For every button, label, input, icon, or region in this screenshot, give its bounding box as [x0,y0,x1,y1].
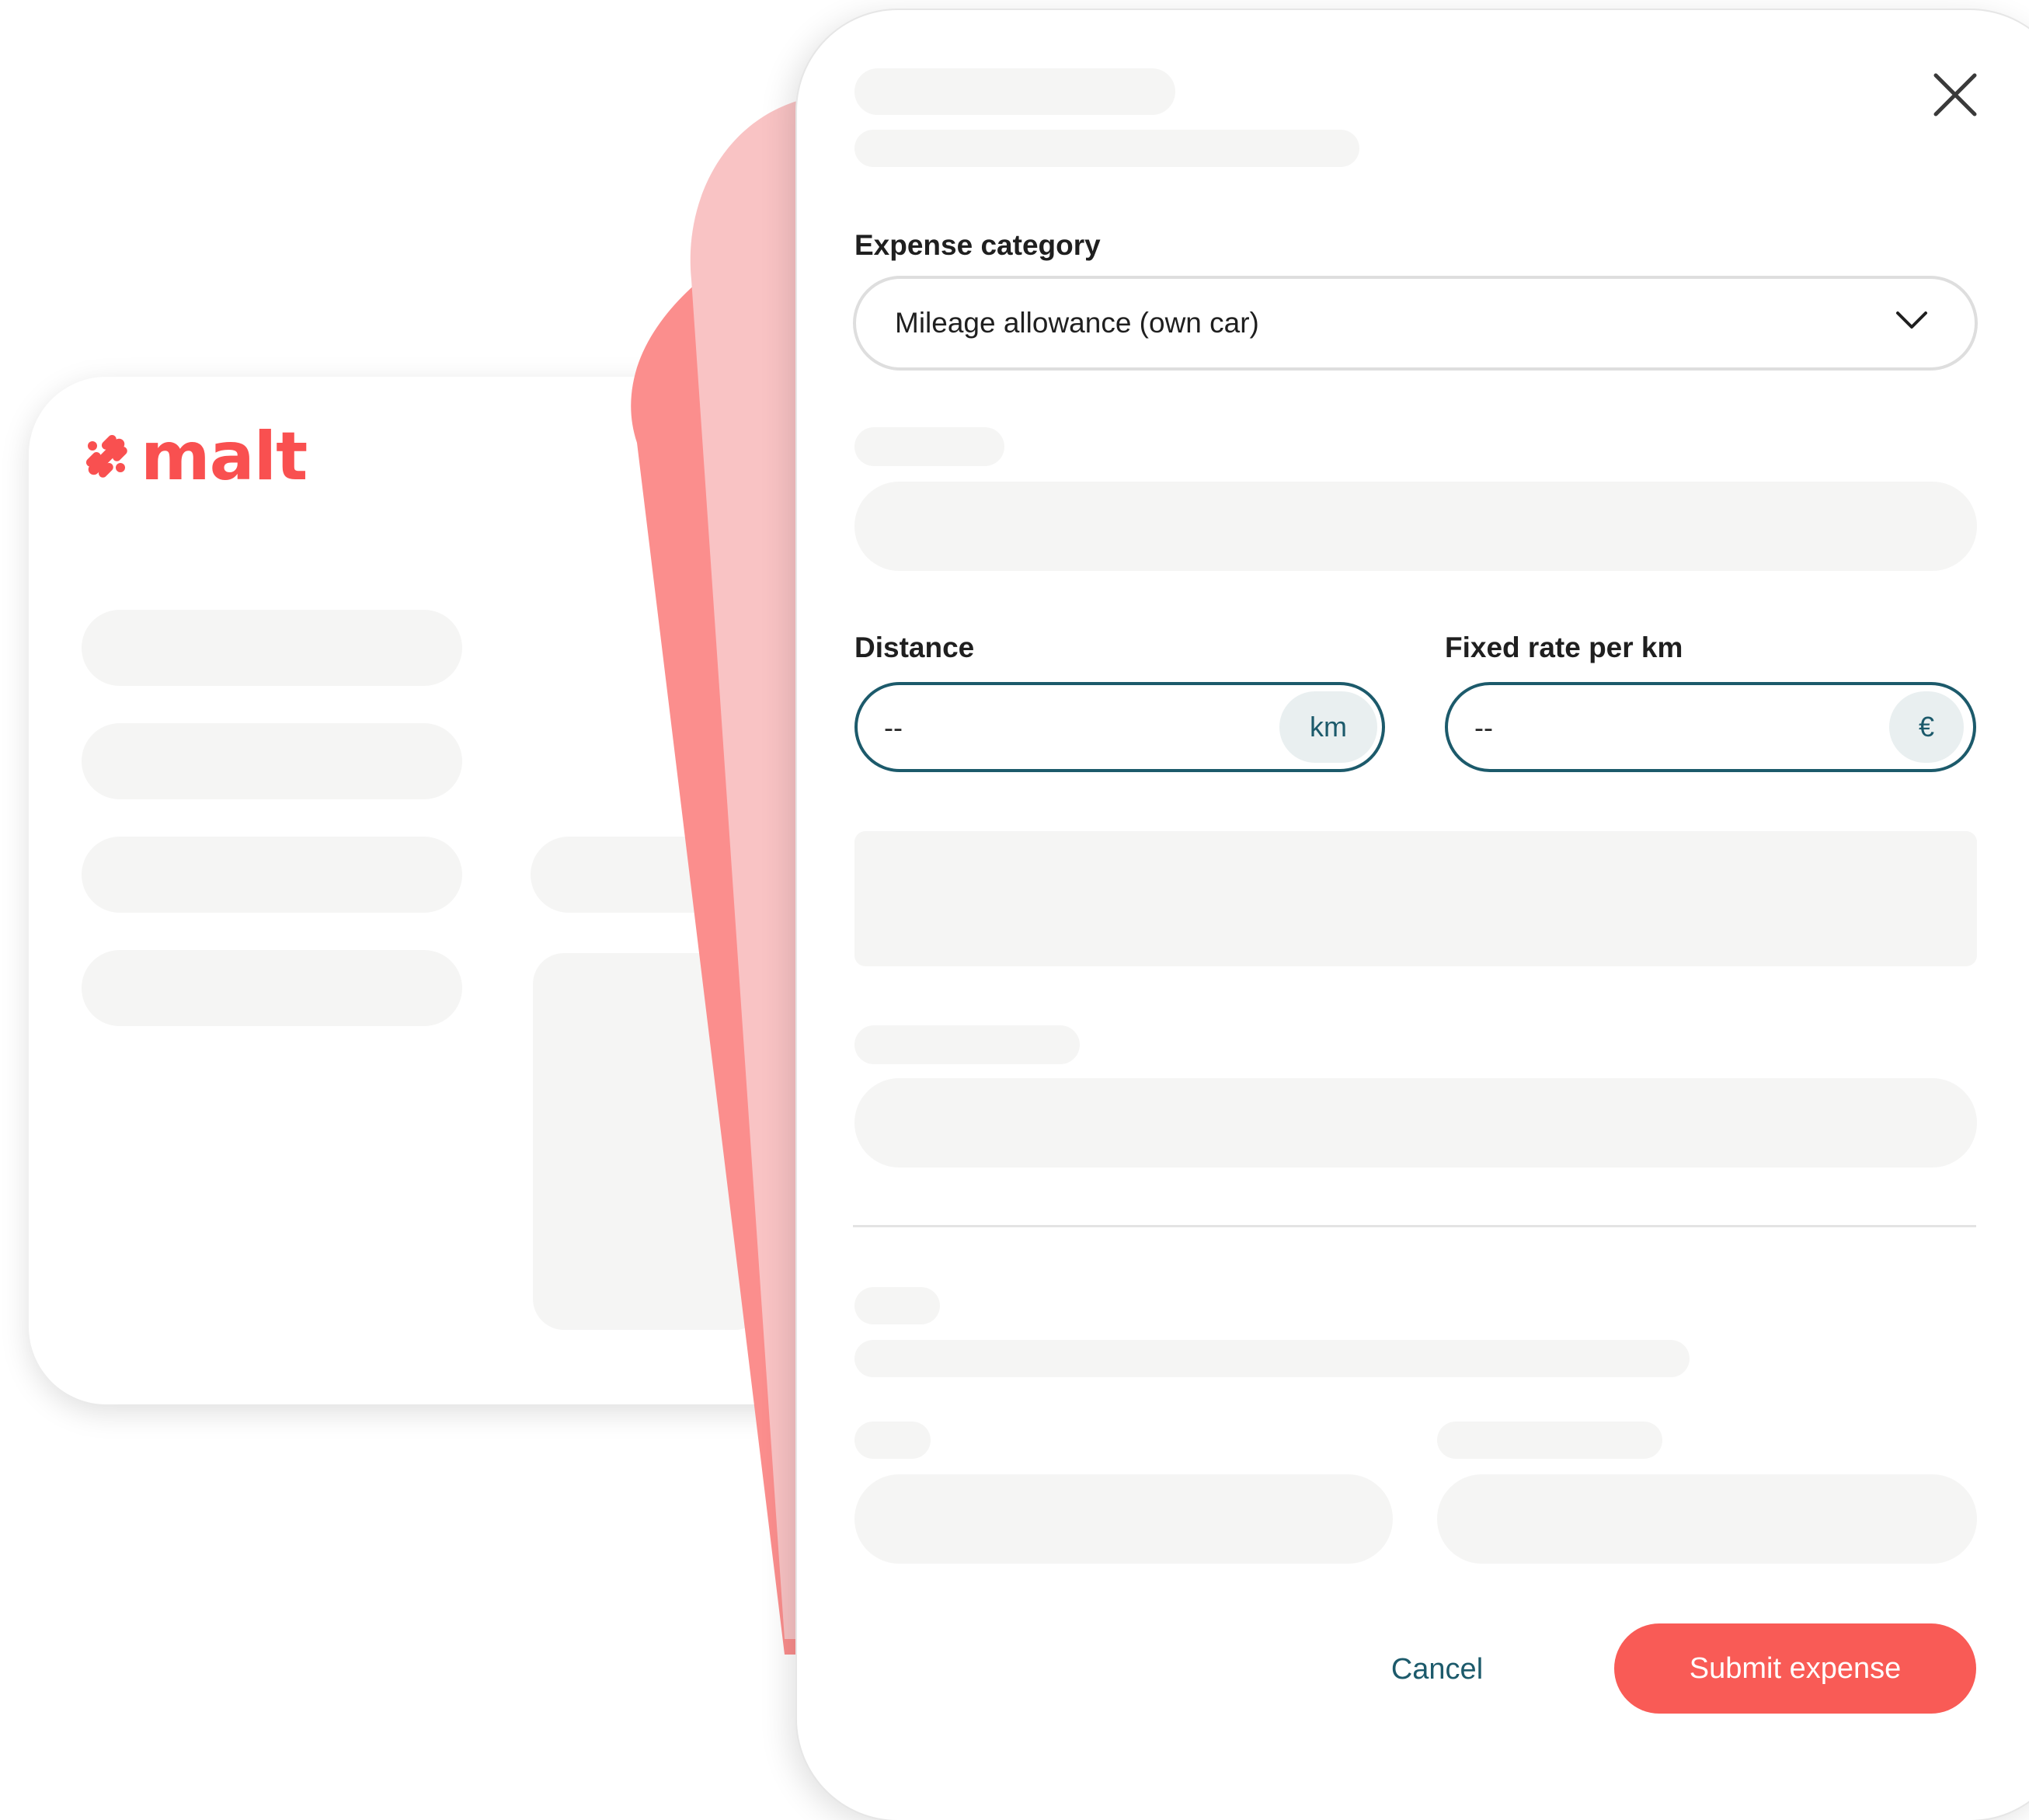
expense-category-value: Mileage allowance (own car) [895,307,1259,339]
skeleton-label [1437,1422,1662,1459]
skeleton-field [854,1474,1393,1564]
rate-input[interactable] [1473,705,1833,750]
rate-field[interactable]: € [1445,682,1976,772]
close-button[interactable] [1925,64,1985,125]
skeleton-subtitle [854,130,1359,167]
chevron-down-icon [1896,311,1927,329]
skeleton-field [1437,1474,1977,1564]
skeleton-label [854,427,1004,466]
skeleton-textarea [854,831,1977,966]
skeleton-title [854,68,1175,115]
distance-input[interactable] [882,705,1243,750]
skeleton-label [854,1422,931,1459]
distance-unit-badge: km [1279,691,1377,763]
close-icon [1933,73,1977,117]
divider [853,1225,1976,1227]
expense-category-select[interactable]: Mileage allowance (own car) [853,276,1978,371]
skeleton-text-line [854,1340,1690,1377]
skeleton-field [854,1078,1977,1168]
expense-category-label: Expense category [854,229,1101,261]
distance-field[interactable]: km [854,682,1385,772]
skeleton-label [854,1025,1080,1064]
distance-label: Distance [854,632,975,663]
skeleton-label [854,1287,940,1324]
rate-unit-badge: € [1889,691,1964,763]
skeleton-field [854,482,1977,571]
cancel-button[interactable]: Cancel [1352,1623,1523,1715]
rate-label: Fixed rate per km [1445,632,1683,663]
submit-expense-button[interactable]: Submit expense [1614,1623,1976,1714]
